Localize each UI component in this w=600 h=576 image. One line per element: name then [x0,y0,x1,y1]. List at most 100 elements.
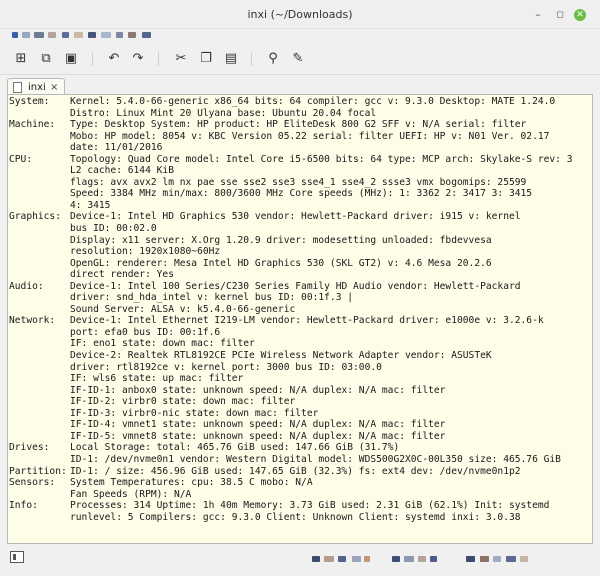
line-text: Device-1: Intel HD Graphics 530 vendor: … [70,211,521,223]
line-text: direct render: Yes [70,269,174,281]
text-line: Sensors: System Temperatures: cpu: 38.5 C… [9,477,573,489]
text-line: Sound Server: ALSA v: k5.4.0-66-generic [9,304,573,316]
text-line: runlevel: 5 Compilers: gcc: 9.3.0 Client… [9,512,573,524]
line-text: Sound Server: ALSA v: k5.4.0-66-generic [70,303,296,315]
text-editor-area[interactable]: System: Kernel: 5.4.0-66-generic x86_64 b… [7,94,593,544]
text-line: bus ID: 00:02.0 [9,223,573,235]
line-text: Device-1: Intel 100 Series/C230 Series F… [70,280,521,292]
line-text: Type: Desktop System: HP product: HP Eli… [70,119,527,131]
text-line: 4: 3415 [9,200,573,212]
line-text: IF-ID-1: anbox0 state: unknown speed: N/… [70,384,446,396]
section-label: Drives: [9,442,50,454]
text-line: flags: avx avx2 lm nx pae sse sse2 sse3 … [9,177,573,189]
title-bar[interactable]: inxi (~/Downloads) – ◻ ✕ [0,0,600,29]
section-label: Graphics: [9,211,61,223]
line-text: IF-ID-5: vmnet8 state: unknown speed: N/… [70,430,446,442]
text-line: driver: snd_hda_intel v: kernel bus ID: … [9,292,573,304]
text-line: Speed: 3384 MHz min/max: 800/3600 MHz Co… [9,188,573,200]
find-replace-icon[interactable]: ✎ [290,51,306,67]
maximize-icon[interactable]: ◻ [554,9,566,21]
text-line: Info: Processes: 314 Uptime: 1h 40m Memor… [9,500,573,512]
section-label: CPU: [9,153,33,165]
section-label: Partition: [9,465,67,477]
save-icon[interactable]: ▣ [63,51,79,67]
text-line: Graphics: Device-1: Intel HD Graphics 530… [9,211,573,223]
line-text: Local Storage: total: 465.76 GiB used: 1… [70,442,400,454]
cut-icon[interactable]: ✂ [173,51,189,67]
text-line: Network: Device-1: Intel Ethernet I219-LM… [9,315,573,327]
redo-icon[interactable]: ↷ [130,51,146,67]
line-text: Fan Speeds (RPM): N/A [70,488,192,500]
line-text: L2 cache: 6144 KiB [70,165,174,177]
line-text: System Temperatures: cpu: 38.5 C mobo: N… [70,477,313,489]
menu-bar-blurred [0,28,600,42]
text-line: Machine: Type: Desktop System: HP product… [9,119,573,131]
paste-icon[interactable]: ▤ [223,51,239,67]
text-line: L2 cache: 6144 KiB [9,165,573,177]
line-text: Mobo: HP model: 8054 v: KBC Version 05.2… [70,130,550,142]
line-text: flags: avx avx2 lm nx pae sse sse2 sse3 … [70,176,527,188]
text-line: direct render: Yes [9,269,573,281]
section-label: System: [9,96,50,107]
line-text: Display: x11 server: X.Org 1.20.9 driver… [70,234,492,246]
line-text: 4: 3415 [70,199,111,211]
text-line: resolution: 1920x1080~60Hz [9,246,573,258]
text-line: IF-ID-1: anbox0 state: unknown speed: N/… [9,385,573,397]
text-line: IF: eno1 state: down mac: filter [9,338,573,350]
line-text: OpenGL: renderer: Mesa Intel HD Graphics… [70,257,492,269]
text-line: Partition: ID-1: / size: 456.96 GiB used:… [9,466,573,478]
text-line: OpenGL: renderer: Mesa Intel HD Graphics… [9,258,573,270]
text-line: Mobo: HP model: 8054 v: KBC Version 05.2… [9,131,573,143]
text-line: port: efa0 bus ID: 00:1f.6 [9,327,573,339]
section-label: Info: [9,500,38,512]
text-line: IF-ID-4: vmnet1 state: unknown speed: N/… [9,419,573,431]
tab-bar: inxi × [0,76,600,96]
side-panel-toggle-icon[interactable] [10,551,24,563]
line-text: IF-ID-3: virbr0-nic state: down mac: fil… [70,407,319,419]
text-line: Drives: Local Storage: total: 465.76 GiB … [9,442,573,454]
text-line: IF-ID-5: vmnet8 state: unknown speed: N/… [9,431,573,443]
text-file-icon [13,82,22,93]
line-text: ID-1: /dev/nvme0n1 vendor: Western Digit… [70,453,561,465]
line-text: runlevel: 5 Compilers: gcc: 9.3.0 Client… [70,511,521,523]
copy-icon[interactable]: ❐ [198,51,214,67]
text-line: driver: rtl8192ce v: kernel port: 3000 b… [9,362,573,374]
undo-icon[interactable]: ↶ [106,51,122,67]
line-text: resolution: 1920x1080~60Hz [70,246,221,258]
section-label: Network: [9,315,56,327]
section-label: Audio: [9,280,44,292]
line-text: Device-2: Realtek RTL8192CE PCIe Wireles… [70,350,492,362]
close-window-icon[interactable]: ✕ [574,9,586,21]
window-title: inxi (~/Downloads) [247,8,353,21]
text-lines: System: Kernel: 5.4.0-66-generic x86_64 b… [9,96,573,523]
find-icon[interactable]: ⚲ [265,51,281,67]
line-text: Speed: 3384 MHz min/max: 800/3600 MHz Co… [70,188,533,200]
editor-window: inxi (~/Downloads) – ◻ ✕ ⊞ ⧉ ▣ ↶ ↷ ✂ ❐ ▤… [0,0,600,576]
line-text: ID-1: / size: 456.96 GiB used: 147.65 Gi… [70,465,521,477]
line-text: IF: eno1 state: down mac: filter [70,338,255,350]
text-line: IF: wls6 state: up mac: filter [9,373,573,385]
line-text: IF: wls6 state: up mac: filter [70,373,244,385]
line-text: bus ID: 00:02.0 [70,223,157,235]
text-line: Audio: Device-1: Intel 100 Series/C230 Se… [9,281,573,293]
text-line: ID-1: /dev/nvme0n1 vendor: Western Digit… [9,454,573,466]
new-file-icon[interactable]: ⊞ [13,51,29,67]
line-text: port: efa0 bus ID: 00:1f.6 [70,326,221,338]
text-line: CPU: Topology: Quad Core model: Intel Cor… [9,154,573,166]
text-line: System: Kernel: 5.4.0-66-generic x86_64 b… [9,96,573,108]
text-line: IF-ID-3: virbr0-nic state: down mac: fil… [9,408,573,420]
text-line: Display: x11 server: X.Org 1.20.9 driver… [9,235,573,247]
line-text: IF-ID-4: vmnet1 state: unknown speed: N/… [70,419,446,431]
line-text: IF-ID-2: virbr0 state: down mac: filter [70,396,296,408]
minimize-icon[interactable]: – [532,9,544,21]
line-text: Distro: Linux Mint 20 Ulyana base: Ubunt… [70,107,377,119]
line-text: Device-1: Intel Ethernet I219-LM vendor:… [70,315,544,327]
status-bar [0,548,600,568]
text-line: IF-ID-2: virbr0 state: down mac: filter [9,396,573,408]
open-file-icon[interactable]: ⧉ [38,51,54,67]
line-text: Processes: 314 Uptime: 1h 40m Memory: 3.… [70,500,550,512]
line-text: Kernel: 5.4.0-66-generic x86_64 bits: 64… [70,96,556,107]
text-line: Device-2: Realtek RTL8192CE PCIe Wireles… [9,350,573,362]
line-text: Topology: Quad Core model: Intel Core i5… [70,153,573,165]
line-text: driver: rtl8192ce v: kernel port: 3000 b… [70,361,382,373]
